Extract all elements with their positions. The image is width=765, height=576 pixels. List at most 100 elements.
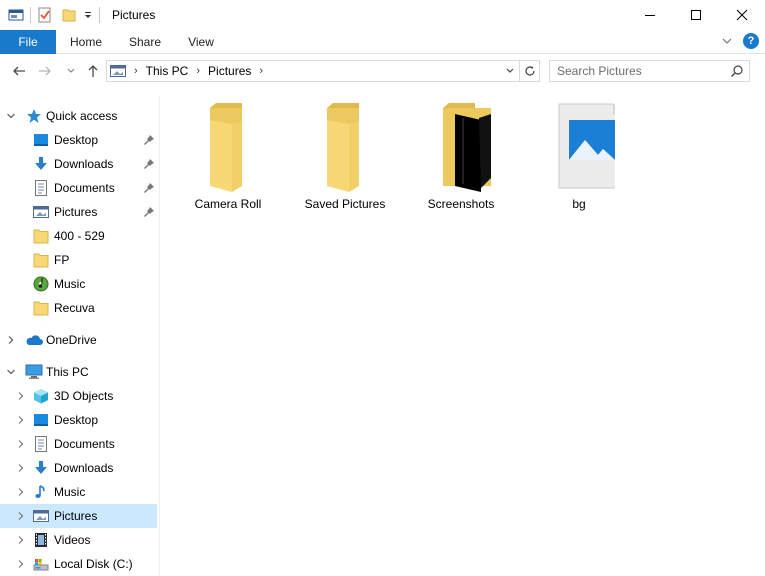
- arrow-right-icon: [39, 66, 51, 76]
- recent-locations-button[interactable]: [62, 62, 80, 80]
- folder-item-screenshots[interactable]: Screenshots: [411, 100, 511, 211]
- collapse-chevron-icon[interactable]: [6, 367, 16, 377]
- breadcrumb-chevron[interactable]: ›: [259, 65, 263, 77]
- minimize-button[interactable]: [627, 0, 673, 30]
- nav-pc-videos[interactable]: Videos: [0, 528, 157, 552]
- pictures-location-icon: [110, 64, 126, 78]
- nav-qa-400-529[interactable]: 400 - 529: [0, 224, 157, 248]
- nav-label: OneDrive: [46, 333, 97, 347]
- nav-pc-downloads[interactable]: Downloads: [0, 456, 157, 480]
- nav-qa-fp[interactable]: FP: [0, 248, 157, 272]
- nav-onedrive[interactable]: OneDrive: [0, 328, 157, 352]
- film-icon: [33, 532, 49, 548]
- window-app-icon[interactable]: [8, 7, 24, 23]
- nav-qa-desktop[interactable]: Desktop: [0, 128, 157, 152]
- properties-icon[interactable]: [37, 7, 53, 23]
- nav-pc-3d-objects[interactable]: 3D Objects: [0, 384, 157, 408]
- expand-chevron-icon[interactable]: [16, 511, 26, 521]
- up-button[interactable]: [84, 62, 102, 80]
- folder-icon: [210, 103, 242, 192]
- nav-pc-local-disk[interactable]: Local Disk (C:): [0, 552, 157, 576]
- breadcrumb-chevron[interactable]: ›: [134, 65, 138, 77]
- qat-separator: [99, 7, 100, 23]
- search-icon[interactable]: [730, 64, 744, 81]
- nav-label: Music: [54, 485, 86, 499]
- expand-chevron-icon[interactable]: [16, 415, 26, 425]
- expand-chevron-icon[interactable]: [16, 487, 26, 497]
- folder-icon: [33, 228, 49, 244]
- search-input[interactable]: [550, 61, 720, 81]
- folder-item-camera-roll[interactable]: Camera Roll: [178, 100, 278, 211]
- nav-qa-music[interactable]: Music: [0, 272, 157, 296]
- expand-chevron-icon[interactable]: [16, 559, 26, 569]
- breadcrumb-pictures[interactable]: Pictures: [208, 64, 251, 78]
- download-arrow-icon: [33, 156, 49, 172]
- new-folder-icon[interactable]: [61, 7, 77, 23]
- breadcrumb-this-pc[interactable]: This PC: [146, 64, 189, 78]
- nav-this-pc[interactable]: This PC: [0, 360, 157, 384]
- nav-label: Downloads: [54, 157, 114, 171]
- forward-button[interactable]: [36, 62, 54, 80]
- collapse-chevron-icon[interactable]: [6, 111, 16, 121]
- pin-icon[interactable]: [144, 206, 154, 220]
- customize-qat-icon[interactable]: [83, 7, 93, 23]
- address-bar[interactable]: › This PC › Pictures ›: [106, 60, 540, 82]
- desktop-icon: [33, 412, 49, 428]
- pin-icon[interactable]: [144, 134, 154, 148]
- expand-ribbon-button[interactable]: [721, 35, 733, 47]
- refresh-icon: [524, 66, 535, 76]
- nav-qa-recuva[interactable]: Recuva: [0, 296, 157, 320]
- tab-home[interactable]: Home: [56, 30, 116, 54]
- nav-qa-downloads[interactable]: Downloads: [0, 152, 157, 176]
- window-controls: [627, 0, 765, 30]
- pictures-icon: [33, 204, 49, 220]
- document-icon: [33, 436, 49, 452]
- expand-chevron-icon[interactable]: [16, 463, 26, 473]
- nav-label: 400 - 529: [54, 229, 105, 243]
- music-disc-icon: [33, 276, 49, 292]
- help-icon[interactable]: ?: [743, 33, 759, 49]
- nav-label: Quick access: [46, 109, 118, 123]
- nav-qa-pictures[interactable]: Pictures: [0, 200, 157, 224]
- nav-pc-music[interactable]: Music: [0, 480, 157, 504]
- drive-icon: [33, 556, 49, 572]
- breadcrumb-chevron[interactable]: ›: [196, 65, 200, 77]
- nav-quick-access[interactable]: Quick access: [0, 104, 157, 128]
- expand-chevron-icon[interactable]: [6, 335, 16, 345]
- nav-pc-desktop[interactable]: Desktop: [0, 408, 157, 432]
- folder-item-saved-pictures[interactable]: Saved Pictures: [295, 100, 395, 211]
- ribbon-right-controls: ?: [721, 33, 759, 49]
- nav-pc-pictures[interactable]: Pictures: [0, 504, 157, 528]
- chevron-down-icon: [506, 68, 514, 73]
- nav-label: 3D Objects: [54, 389, 114, 403]
- nav-label: FP: [54, 253, 70, 267]
- chevron-down-icon: [67, 68, 75, 73]
- nav-pc-documents[interactable]: Documents: [0, 432, 157, 456]
- image-file-icon: [558, 103, 615, 189]
- cloud-icon: [25, 332, 43, 348]
- folder-icon: [33, 300, 49, 316]
- search-box[interactable]: [549, 60, 750, 82]
- close-button[interactable]: [719, 0, 765, 30]
- pin-icon[interactable]: [144, 158, 154, 172]
- maximize-button[interactable]: [673, 0, 719, 30]
- refresh-button[interactable]: [519, 61, 539, 81]
- back-button[interactable]: [10, 62, 28, 80]
- tab-share[interactable]: Share: [116, 30, 174, 54]
- expand-chevron-icon[interactable]: [16, 391, 26, 401]
- file-item-bg[interactable]: bg: [529, 100, 629, 211]
- file-list-pane: Camera Roll Saved Pictures Screenshots b…: [160, 96, 765, 576]
- window-title: Pictures: [112, 8, 156, 22]
- tab-file[interactable]: File: [0, 30, 56, 54]
- tab-view[interactable]: View: [174, 30, 228, 54]
- pin-icon[interactable]: [144, 182, 154, 196]
- expand-chevron-icon[interactable]: [16, 535, 26, 545]
- expand-chevron-icon[interactable]: [16, 439, 26, 449]
- title-bar: Pictures: [0, 0, 765, 30]
- item-label: bg: [572, 197, 586, 211]
- arrow-up-icon: [88, 65, 98, 77]
- pictures-icon: [33, 508, 49, 524]
- nav-label: Recuva: [54, 301, 95, 315]
- address-dropdown-button[interactable]: [501, 61, 519, 81]
- nav-qa-documents[interactable]: Documents: [0, 176, 157, 200]
